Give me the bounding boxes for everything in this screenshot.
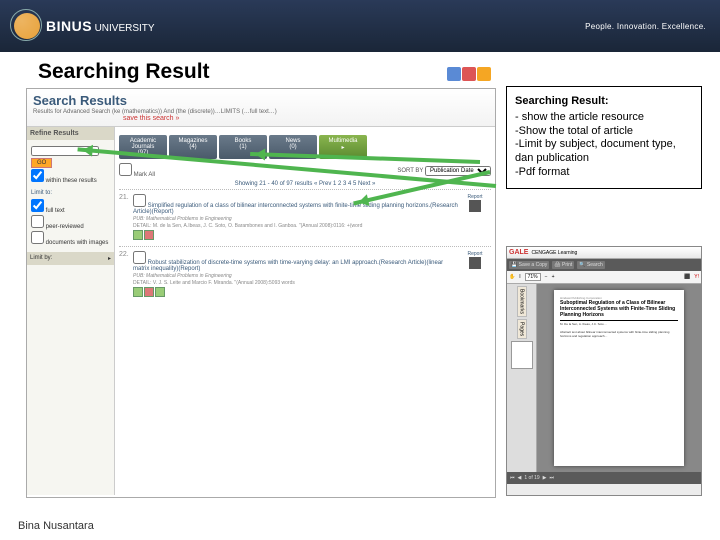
within-checkbox[interactable]: within these results — [31, 169, 110, 184]
annot-title: Searching Result: — [515, 95, 693, 109]
results-header: Search Results Results for Advanced Sear… — [27, 89, 495, 127]
pdf-page: Hindawi Publishing Corporation Suboptima… — [554, 290, 684, 466]
result-number: 22. — [119, 251, 133, 299]
next-page-icon[interactable]: ▶ — [543, 475, 547, 481]
result-title-link[interactable]: Simplified regulation of a class of bili… — [133, 203, 458, 215]
report-type: Report — [459, 194, 491, 242]
format-icon[interactable] — [133, 287, 143, 297]
save-search-link[interactable]: save this search » — [123, 115, 489, 122]
print-button[interactable]: 🖨 Print — [552, 261, 574, 269]
slide-title: Searching Result — [38, 60, 720, 84]
pages-tab[interactable]: Pages — [517, 319, 527, 339]
format-icon[interactable] — [155, 287, 165, 297]
pdf-page-area[interactable]: Hindawi Publishing Corporation Suboptima… — [537, 284, 701, 472]
report-type: Report — [459, 251, 491, 299]
first-page-icon[interactable]: ⏮ — [510, 475, 515, 481]
pdf-preview-window: GALE CENGAGE Learning 💾 Save a Copy 🖨 Pr… — [506, 246, 702, 496]
share-icons — [447, 67, 491, 81]
images-checkbox[interactable]: documents with images — [31, 231, 110, 246]
bookmarks-tab[interactable]: Bookmarks — [517, 286, 527, 317]
go-button[interactable]: GO — [31, 158, 52, 168]
pdf-toolbar: 💾 Save a Copy 🖨 Print 🔍 Search — [507, 259, 701, 271]
page-indicator: 1 of 19 — [524, 475, 539, 481]
yahoo-icon: Y! — [694, 274, 699, 280]
pdf-sidebar: Bookmarks Pages — [507, 284, 537, 472]
page-thumb[interactable] — [511, 341, 533, 369]
brand-light: UNIVERSITY — [95, 23, 155, 34]
result-row: 22. Robust stabilization of discrete-tim… — [119, 246, 491, 303]
result-number: 21. — [119, 194, 133, 242]
tagline: People. Innovation. Excellence. — [585, 22, 706, 31]
peer-checkbox[interactable]: peer-reviewed — [31, 215, 110, 230]
result-pub: PUB: Mathematical Problems in Engineerin… — [133, 216, 232, 222]
mark-checkbox[interactable] — [133, 251, 146, 264]
limit-by-bar[interactable]: Limit by:▸ — [27, 252, 114, 265]
result-title-link[interactable]: Robust stabilization of discrete-time sy… — [133, 260, 443, 272]
pdf-footer: ⏮ ◀ 1 of 19 ▶ ⏭ — [507, 472, 701, 484]
results-heading: Search Results — [33, 93, 489, 108]
format-icon[interactable] — [144, 287, 154, 297]
share-icon[interactable] — [477, 67, 491, 81]
save-copy-button[interactable]: 💾 Save a Copy — [509, 261, 549, 269]
format-icon[interactable] — [144, 230, 154, 240]
report-icon — [469, 200, 481, 212]
annot-line: -Show the total of article — [515, 125, 693, 139]
hand-tool-icon[interactable]: ✋ — [509, 274, 515, 280]
mark-all[interactable]: Mark All — [119, 163, 155, 178]
slide-footer: Bina Nusantara — [18, 520, 94, 532]
adobe-icon: ⬛ — [684, 274, 690, 280]
share-icon[interactable] — [447, 67, 461, 81]
annot-line: -Limit by subject, document type, dan pu… — [515, 138, 693, 166]
limit-to-label: Limit to: — [31, 190, 110, 196]
header-band: BINUS UNIVERSITY People. Innovation. Exc… — [0, 0, 720, 52]
prev-page-icon[interactable]: ◀ — [518, 475, 522, 481]
brand-logo: BINUS UNIVERSITY — [14, 13, 155, 39]
result-pub: PUB: Mathematical Problems in Engineerin… — [133, 273, 232, 279]
pdf-brand-bar: GALE CENGAGE Learning — [507, 247, 701, 259]
cengage-text: CENGAGE Learning — [531, 250, 577, 256]
result-detail: DETAIL: V. J. S. Leite and Marcio F. Mir… — [133, 280, 459, 286]
zoom-out-icon[interactable]: − — [545, 274, 548, 280]
gale-logo: GALE — [509, 249, 528, 256]
result-row: 21. Simplified regulation of a class of … — [119, 189, 491, 246]
mark-checkbox[interactable] — [133, 194, 146, 207]
refine-panel: Refine Results GO within these results L… — [27, 127, 115, 495]
format-icon[interactable] — [133, 230, 143, 240]
refine-title: Refine Results — [27, 127, 114, 140]
last-page-icon[interactable]: ⏭ — [550, 475, 555, 481]
annot-line: -Pdf format — [515, 166, 693, 180]
annot-line: - show the article resource — [515, 111, 693, 125]
brand-bold: BINUS — [46, 18, 92, 34]
select-tool-icon[interactable]: I — [519, 274, 520, 280]
share-icon[interactable] — [462, 67, 476, 81]
search-button[interactable]: 🔍 Search — [577, 261, 604, 269]
logo-icon — [14, 13, 40, 39]
zoom-field[interactable]: 71% — [525, 273, 541, 281]
zoom-in-icon[interactable]: + — [552, 274, 555, 280]
pdf-zoom-bar: ✋ I 71% − + ⬛ Y! — [507, 271, 701, 284]
report-icon — [469, 257, 481, 269]
annotation-box: Searching Result: - show the article res… — [506, 86, 702, 189]
pdf-doc-title: Suboptimal Regulation of a Class of Bili… — [560, 300, 678, 321]
result-detail: DETAIL: M. de la Sen, A.Ibeas, J. C. Sot… — [133, 223, 459, 229]
fulltext-checkbox[interactable]: full text — [31, 199, 110, 214]
